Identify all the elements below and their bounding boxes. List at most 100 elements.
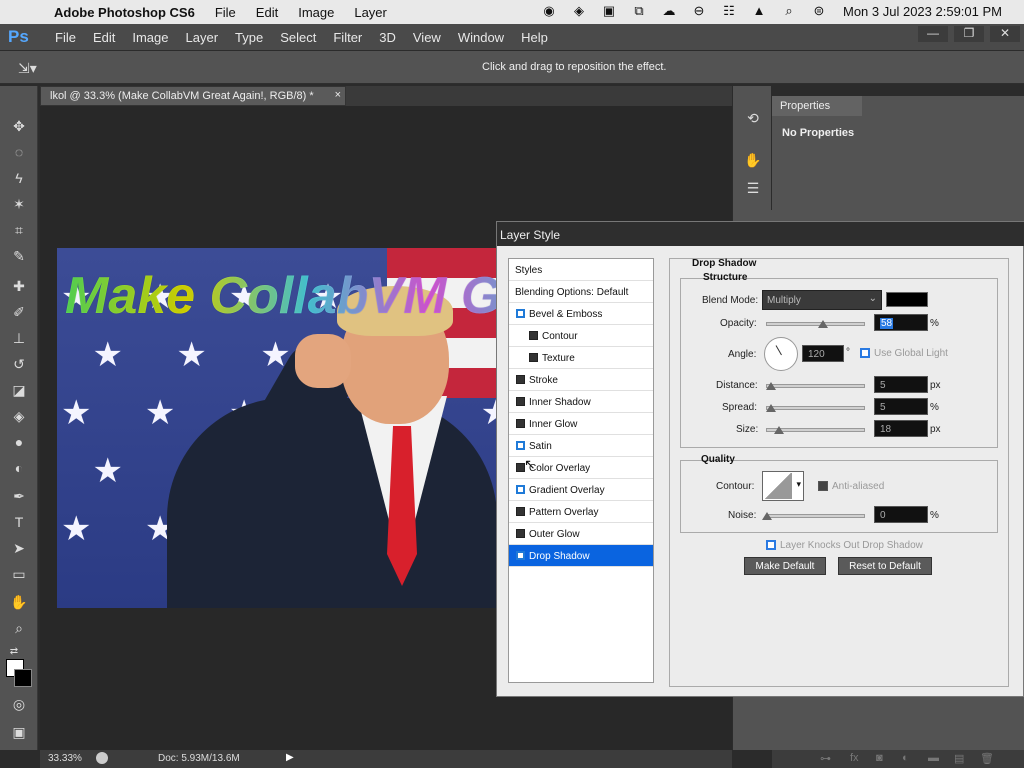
- zoom-tool-icon[interactable]: ⌕: [9, 618, 29, 638]
- effect-item[interactable]: Gradient Overlay: [509, 479, 653, 501]
- effect-checkbox[interactable]: [529, 353, 538, 362]
- angle-input[interactable]: 120: [802, 345, 844, 362]
- use-global-light-checkbox[interactable]: [860, 348, 870, 358]
- noise-input[interactable]: 0: [874, 506, 928, 523]
- ps-menu-view[interactable]: View: [413, 30, 441, 45]
- new-layer-icon[interactable]: ▤: [954, 752, 964, 765]
- spread-slider-thumb[interactable]: [766, 404, 776, 412]
- app-name[interactable]: Adobe Photoshop CS6: [54, 5, 195, 20]
- brush-panel-icon[interactable]: ✋: [743, 152, 763, 169]
- marquee-tool-icon[interactable]: ◌: [9, 142, 29, 162]
- opacity-slider-thumb[interactable]: [818, 320, 829, 328]
- effect-checkbox[interactable]: [516, 397, 525, 406]
- effect-checkbox[interactable]: [516, 309, 525, 318]
- fx-icon[interactable]: fx: [850, 752, 859, 764]
- styles-item[interactable]: Styles: [509, 259, 653, 281]
- link-layers-icon[interactable]: ⊶: [820, 752, 831, 765]
- effect-item[interactable]: Inner Glow: [509, 413, 653, 435]
- effect-checkbox[interactable]: [516, 419, 525, 428]
- airdrop-icon[interactable]: ▲: [750, 3, 768, 19]
- angle-dial[interactable]: [764, 337, 798, 371]
- ps-menu-layer[interactable]: Layer: [186, 30, 219, 45]
- clone-stamp-icon[interactable]: ⊥: [9, 328, 29, 348]
- move-tool-icon[interactable]: ⇲▾: [18, 60, 37, 77]
- distance-input[interactable]: 5: [874, 376, 928, 393]
- effect-item[interactable]: Bevel & Emboss: [509, 303, 653, 325]
- screen-mode-icon[interactable]: ▣: [9, 722, 29, 742]
- brush-tool-icon[interactable]: ✐: [9, 302, 29, 322]
- document-image[interactable]: ★ ★ ★ ★ ★ ★ ★ ★ ★ ★ ★ ★ ★ ★ ★ ★ ★ ★ ★ ★ …: [57, 248, 497, 608]
- type-tool-icon[interactable]: T: [9, 512, 29, 532]
- healing-brush-icon[interactable]: ✚: [9, 276, 29, 296]
- status-menu-arrow-icon[interactable]: ▶: [286, 752, 294, 763]
- anti-aliased-label[interactable]: Anti-aliased: [832, 481, 884, 492]
- history-brush-icon[interactable]: ↺: [9, 354, 29, 374]
- status-icon-4[interactable]: ⧉: [630, 3, 648, 19]
- shadow-color-swatch[interactable]: [886, 292, 928, 307]
- dodge-tool-icon[interactable]: ◐: [9, 458, 29, 478]
- close-tab-icon[interactable]: ×: [335, 89, 341, 101]
- spread-input[interactable]: 5: [874, 398, 928, 415]
- effect-item[interactable]: Inner Shadow: [509, 391, 653, 413]
- ps-menu-window[interactable]: Window: [458, 30, 504, 45]
- make-default-button[interactable]: Make Default: [744, 557, 826, 575]
- effect-checkbox[interactable]: [516, 551, 525, 560]
- mac-menu-file[interactable]: File: [215, 5, 236, 20]
- opacity-slider[interactable]: [766, 322, 865, 326]
- ps-menu-filter[interactable]: Filter: [333, 30, 362, 45]
- magic-wand-icon[interactable]: ✶: [9, 194, 29, 214]
- effect-item[interactable]: Drop Shadow: [509, 545, 653, 567]
- effect-item[interactable]: Stroke: [509, 369, 653, 391]
- history-panel-icon[interactable]: ⟲: [743, 110, 763, 127]
- document-tab[interactable]: lkol @ 33.3% (Make CollabVM Great Again!…: [40, 86, 346, 106]
- use-global-light-label[interactable]: Use Global Light: [874, 348, 948, 359]
- opacity-input[interactable]: 58: [874, 314, 928, 331]
- contour-picker[interactable]: ▾: [762, 471, 804, 501]
- dialog-titlebar[interactable]: Layer Style: [497, 222, 1024, 246]
- status-icon-6[interactable]: ⊖: [690, 3, 708, 19]
- paint-bucket-icon[interactable]: ◈: [9, 406, 29, 426]
- effect-item[interactable]: Contour: [509, 325, 653, 347]
- distance-slider-thumb[interactable]: [766, 382, 776, 390]
- status-icon-1[interactable]: ◉: [540, 3, 558, 19]
- properties-tab[interactable]: Properties: [772, 96, 862, 116]
- background-color[interactable]: [14, 669, 32, 687]
- reset-default-button[interactable]: Reset to Default: [838, 557, 932, 575]
- delete-layer-icon[interactable]: 🗑: [980, 752, 994, 765]
- knockout-checkbox[interactable]: [766, 540, 776, 550]
- ps-menu-3d[interactable]: 3D: [379, 30, 396, 45]
- control-center-icon[interactable]: ⊜: [810, 3, 828, 19]
- adjustments-panel-icon[interactable]: ☰: [743, 180, 763, 197]
- effect-checkbox[interactable]: [516, 507, 525, 516]
- new-group-icon[interactable]: ▬: [928, 752, 939, 764]
- path-select-icon[interactable]: ➤: [9, 538, 29, 558]
- contour-dropdown-icon[interactable]: ▾: [796, 479, 801, 490]
- blending-options-item[interactable]: Blending Options: Default: [509, 281, 653, 303]
- mac-menu-image[interactable]: Image: [298, 5, 334, 20]
- effect-checkbox[interactable]: [529, 331, 538, 340]
- blur-tool-icon[interactable]: ●: [9, 432, 29, 452]
- menubar-clock[interactable]: Mon 3 Jul 2023 2:59:01 PM: [843, 4, 1002, 19]
- quick-mask-icon[interactable]: ◎: [9, 694, 29, 714]
- anti-aliased-checkbox[interactable]: [818, 481, 828, 491]
- shape-tool-icon[interactable]: ▭: [9, 564, 29, 584]
- pen-tool-icon[interactable]: ✒: [9, 486, 29, 506]
- effect-item[interactable]: Outer Glow: [509, 523, 653, 545]
- status-icon-3[interactable]: ▣: [600, 3, 618, 19]
- crop-tool-icon[interactable]: ⌗: [9, 220, 29, 240]
- status-icon[interactable]: [96, 752, 108, 764]
- size-slider-thumb[interactable]: [774, 426, 784, 434]
- effect-checkbox[interactable]: [516, 529, 525, 538]
- ps-menu-select[interactable]: Select: [280, 30, 316, 45]
- ps-menu-image[interactable]: Image: [132, 30, 168, 45]
- adjustment-layer-icon[interactable]: ◐: [902, 752, 909, 764]
- restore-button[interactable]: ❐: [954, 26, 984, 42]
- status-icon-7[interactable]: ☷: [720, 3, 738, 19]
- blend-mode-select[interactable]: Multiply ⌄: [762, 290, 882, 310]
- effect-item[interactable]: Satin: [509, 435, 653, 457]
- size-input[interactable]: 18: [874, 420, 928, 437]
- zoom-level[interactable]: 33.33%: [48, 753, 82, 764]
- status-icon-5[interactable]: ☁: [660, 3, 678, 19]
- knockout-label[interactable]: Layer Knocks Out Drop Shadow: [780, 540, 923, 551]
- mac-menu-edit[interactable]: Edit: [256, 5, 278, 20]
